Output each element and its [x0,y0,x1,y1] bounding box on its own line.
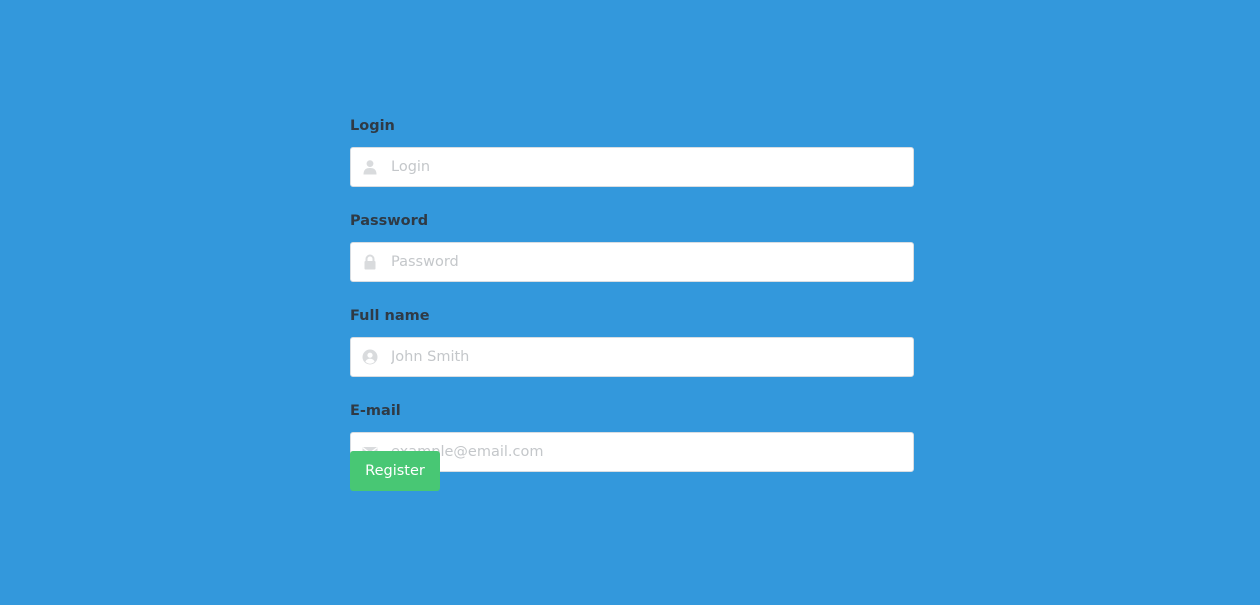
user-icon [362,159,378,175]
full-name-label: Full name [350,308,430,324]
full-name-field-wrapper [350,337,914,377]
password-field-wrapper [350,242,914,282]
login-input[interactable] [350,147,914,187]
user-circle-icon [362,349,378,365]
login-field-wrapper [350,147,914,187]
register-button[interactable]: Register [350,451,440,491]
registration-form: Login Password Full name E-mail Register [350,116,914,496]
password-label: Password [350,213,429,229]
email-label: E-mail [350,403,401,419]
login-label: Login [350,118,395,134]
lock-icon [362,254,378,270]
password-input[interactable] [350,242,914,282]
full-name-input[interactable] [350,337,914,377]
